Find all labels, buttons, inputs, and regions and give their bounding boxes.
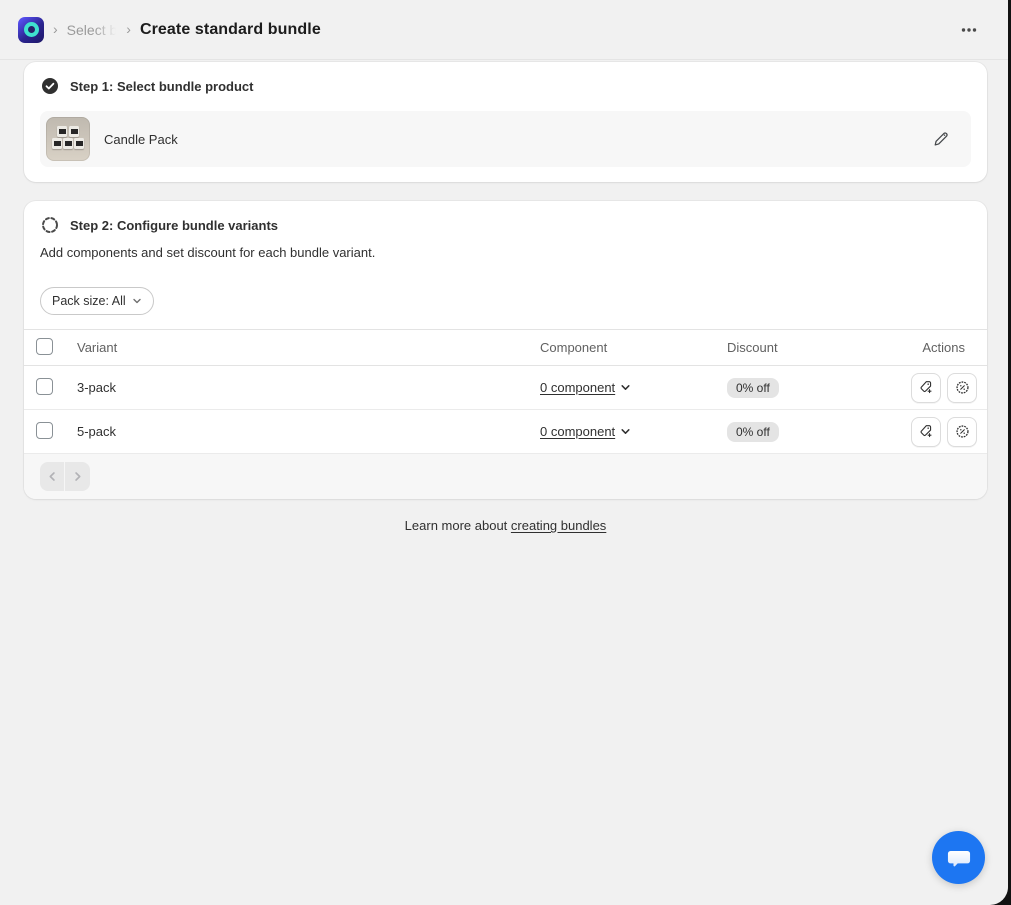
chevron-left-icon xyxy=(48,472,55,481)
learn-more-prefix: Learn more about xyxy=(404,518,511,533)
pagination xyxy=(40,462,90,491)
page-title: Create standard bundle xyxy=(139,20,321,38)
creating-bundles-link[interactable]: creating bundles xyxy=(511,518,606,533)
product-thumbnail xyxy=(46,117,90,161)
step2-title: Step 2: Configure bundle variants xyxy=(70,217,279,233)
selected-product-row: Candle Pack xyxy=(40,111,971,167)
select-all-checkbox[interactable] xyxy=(36,337,53,355)
horizontal-dots-icon xyxy=(961,27,977,32)
chat-bubble-icon xyxy=(947,850,970,866)
dashed-circle-icon xyxy=(42,217,58,233)
row-checkbox[interactable] xyxy=(36,421,53,439)
column-header-discount: Discount xyxy=(727,340,778,355)
step1-title: Step 1: Select bundle product xyxy=(70,78,254,94)
variant-name: 5-pack xyxy=(77,424,117,439)
component-dropdown-link[interactable]: 0 component xyxy=(540,380,631,395)
next-page-button[interactable] xyxy=(65,462,90,491)
breadcrumb-chevron-icon: › xyxy=(53,20,58,37)
tag-plus-icon xyxy=(920,381,932,394)
pencil-icon xyxy=(934,131,948,146)
row-checkbox[interactable] xyxy=(36,377,53,395)
product-name: Candle Pack xyxy=(104,131,178,147)
discount-seal-icon xyxy=(955,425,969,438)
app-logo-icon[interactable] xyxy=(18,16,44,43)
discount-badge: 0% off xyxy=(727,421,779,442)
breadcrumb-item-truncated[interactable]: Select b xyxy=(67,22,118,38)
component-dropdown-link[interactable]: 0 component xyxy=(540,424,631,439)
step2-description: Add components and set discount for each… xyxy=(40,245,376,260)
discount-badge: 0% off xyxy=(727,377,779,398)
step1-card: Step 1: Select bundle product Candle Pac… xyxy=(24,62,987,182)
column-header-component: Component xyxy=(540,340,608,355)
previous-page-button[interactable] xyxy=(40,462,65,491)
page-content: Step 1: Select bundle product Candle Pac… xyxy=(0,60,1008,533)
learn-more-text: Learn more about creating bundles xyxy=(24,518,987,533)
column-header-variant: Variant xyxy=(77,340,118,355)
breadcrumb-chevron-icon: › xyxy=(126,20,131,37)
check-circle-icon xyxy=(42,78,58,94)
table-header-row: Variant Component Discount Actions xyxy=(24,330,987,366)
filter-bar: Pack size: All xyxy=(24,274,987,330)
column-header-actions: Actions xyxy=(922,340,965,355)
chevron-down-icon xyxy=(621,429,630,434)
variant-name: 3-pack xyxy=(77,380,117,395)
app-frame: › Select b › Create standard bundle Step… xyxy=(0,0,1008,905)
table-footer xyxy=(24,454,987,499)
edit-product-button[interactable] xyxy=(926,124,957,155)
pack-size-filter-button[interactable]: Pack size: All xyxy=(40,287,154,315)
tag-plus-icon xyxy=(920,425,932,438)
more-actions-button[interactable] xyxy=(954,15,984,45)
discount-seal-icon xyxy=(955,381,969,394)
top-bar: › Select b › Create standard bundle xyxy=(0,0,1008,60)
table-row: 3-pack 0 component 0% off xyxy=(24,366,987,410)
chevron-right-icon xyxy=(75,472,81,481)
set-discount-button[interactable] xyxy=(947,372,977,403)
chevron-down-icon xyxy=(132,298,141,304)
table-row: 5-pack 0 component 0% off xyxy=(24,410,987,454)
set-discount-button[interactable] xyxy=(947,416,977,447)
chat-widget-button[interactable] xyxy=(932,831,985,884)
pack-size-filter-label: Pack size: All xyxy=(52,294,126,308)
add-component-button[interactable] xyxy=(911,372,941,403)
chevron-down-icon xyxy=(621,385,630,390)
step2-card: Step 2: Configure bundle variants Add co… xyxy=(24,201,987,499)
add-component-button[interactable] xyxy=(911,416,941,447)
